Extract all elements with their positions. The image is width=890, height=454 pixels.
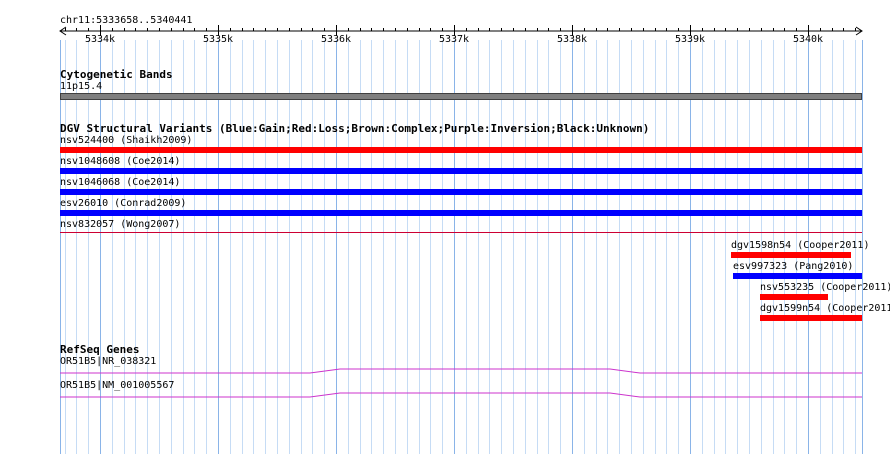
variant-label[interactable]: esv26010 (Conrad2009) bbox=[60, 198, 186, 210]
variant-label[interactable]: dgv1599n54 (Cooper2011) bbox=[760, 303, 890, 315]
gene-model[interactable] bbox=[0, 388, 890, 402]
tick-label-5335k: 5335k bbox=[202, 34, 234, 45]
tick-label-5337k: 5337k bbox=[438, 34, 470, 45]
refseq-track-title[interactable]: RefSeq Genes bbox=[60, 343, 139, 356]
tick-label-5339k: 5339k bbox=[674, 34, 706, 45]
variant-bar-loss[interactable] bbox=[60, 147, 862, 153]
variant-label[interactable]: nsv524400 (Shaikh2009) bbox=[60, 135, 192, 147]
variant-bar-gain[interactable] bbox=[60, 189, 862, 195]
variant-bar-loss[interactable] bbox=[731, 252, 851, 258]
variant-bar-loss[interactable] bbox=[760, 315, 862, 321]
gene-model[interactable] bbox=[0, 364, 890, 378]
variant-label[interactable]: dgv1598n54 (Cooper2011) bbox=[731, 240, 869, 252]
variant-label[interactable]: nsv1046068 (Coe2014) bbox=[60, 177, 180, 189]
tick-label-5336k: 5336k bbox=[320, 34, 352, 45]
variant-label[interactable]: esv997323 (Pang2010) bbox=[733, 261, 853, 273]
variant-label[interactable]: nsv1048608 (Coe2014) bbox=[60, 156, 180, 168]
variant-line[interactable] bbox=[60, 232, 862, 233]
cytoband-label: 11p15.4 bbox=[60, 81, 103, 92]
variant-label[interactable]: nsv832057 (Wong2007) bbox=[60, 219, 180, 231]
variant-bar-gain[interactable] bbox=[733, 273, 862, 279]
variant-bar-gain[interactable] bbox=[60, 210, 862, 216]
dgv-track-title[interactable]: DGV Structural Variants (Blue:Gain;Red:L… bbox=[60, 122, 649, 135]
cytoband-bar[interactable] bbox=[60, 93, 862, 100]
tick-label-5338k: 5338k bbox=[556, 34, 588, 45]
cytoband-track-title[interactable]: Cytogenetic Bands bbox=[60, 68, 173, 81]
tick-label-5334k: 5334k bbox=[84, 34, 116, 45]
variant-bar-gain[interactable] bbox=[60, 168, 862, 174]
variant-label[interactable]: nsv553235 (Cooper2011) bbox=[760, 282, 890, 294]
variant-bar-loss[interactable] bbox=[760, 294, 828, 300]
tick-label-5340k: 5340k bbox=[792, 34, 824, 45]
